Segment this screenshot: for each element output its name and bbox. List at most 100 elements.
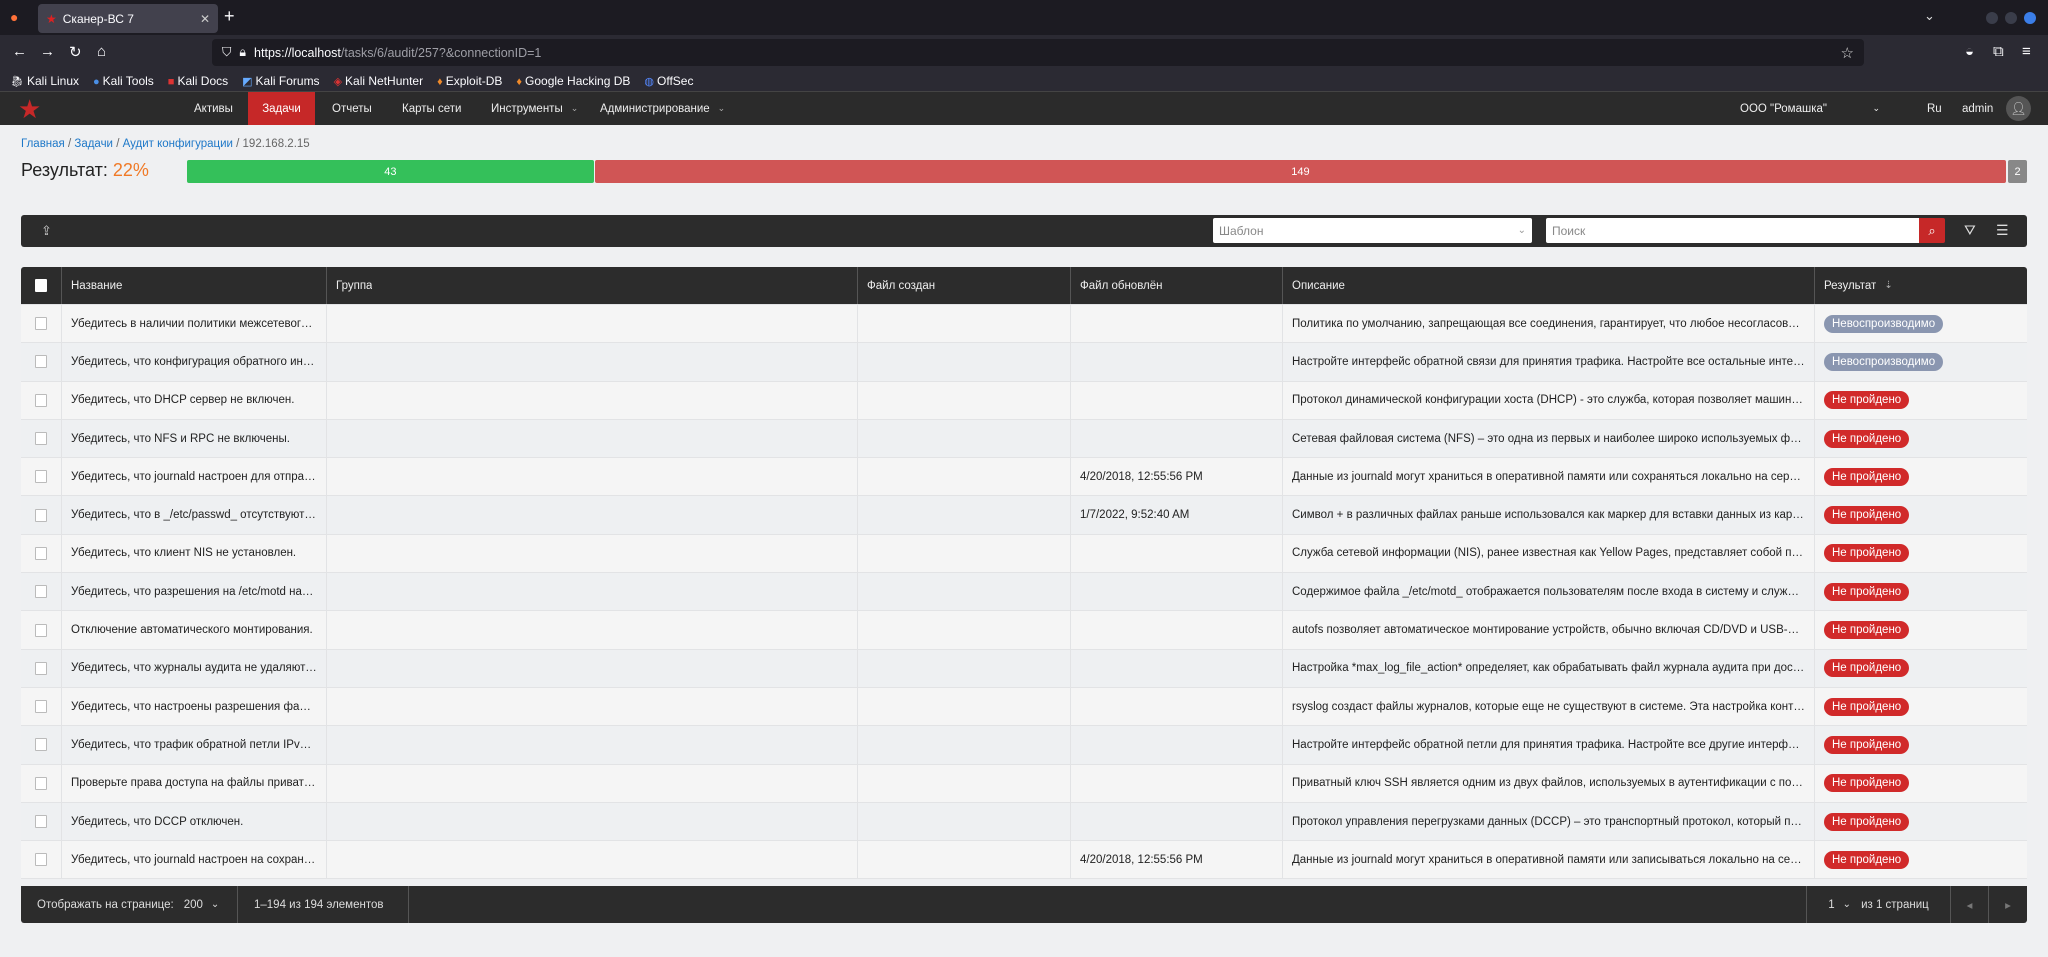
status-badge[interactable]: Не пройдено: [1824, 621, 1910, 640]
row-checkbox[interactable]: [21, 802, 62, 841]
header-updated[interactable]: Файл обновлён: [1071, 267, 1283, 304]
search-input[interactable]: Поиск: [1546, 218, 1919, 243]
bookmark-kali-tools[interactable]: ● Kali Tools: [93, 74, 154, 88]
shield-icon[interactable]: ⛉: [222, 45, 231, 60]
app-logo-star-icon[interactable]: ★: [18, 96, 41, 122]
table-row[interactable]: Убедитесь, что конфигурация обратного ин…: [21, 343, 2027, 382]
table-row[interactable]: Убедитесь, что DHCP сервер не включен. Пр…: [21, 381, 2027, 420]
table-row[interactable]: Проверьте права доступа на файлы приватн…: [21, 764, 2027, 803]
lock-icon[interactable]: 🔒︎: [239, 45, 246, 60]
bookmark-exploit-db[interactable]: ♦ Exploit-DB: [437, 74, 502, 88]
url-bar[interactable]: ⛉ 🔒︎ https://localhost/tasks/6/audit/257…: [212, 39, 1864, 66]
row-checkbox[interactable]: [21, 381, 62, 419]
bookmark-kali-docs[interactable]: ■ Kali Docs: [168, 74, 228, 88]
template-select[interactable]: Шаблон ⌄: [1213, 218, 1532, 243]
minimize-icon[interactable]: [1986, 12, 1998, 24]
user-menu[interactable]: admin: [1962, 92, 1993, 125]
status-badge[interactable]: Не пройдено: [1824, 697, 1910, 716]
row-checkbox[interactable]: [21, 534, 62, 573]
status-badge[interactable]: Не пройдено: [1824, 506, 1910, 525]
header-description[interactable]: Описание: [1283, 267, 1815, 304]
table-row[interactable]: Убедитесь, что DCCP отключен. Протокол уп…: [21, 802, 2027, 842]
row-checkbox[interactable]: [21, 841, 62, 879]
status-badge[interactable]: Невоспроизводимо: [1824, 352, 1944, 371]
filter-icon[interactable]: ⛛: [1964, 222, 1976, 239]
avatar[interactable]: 👤︎: [2006, 96, 2031, 121]
nav-tools[interactable]: Инструменты ⌄: [477, 92, 592, 125]
bookmark-kali-linux[interactable]: 🐉︎ Kali Linux: [10, 74, 79, 88]
breadcrumb-config-audit[interactable]: Аудит конфигурации: [123, 138, 233, 150]
close-window-icon[interactable]: [2024, 12, 2036, 24]
nav-tasks[interactable]: Задачи: [248, 92, 315, 125]
bookmark-kali-forums[interactable]: ◩ Kali Forums: [242, 74, 319, 88]
firefox-icon[interactable]: ●: [10, 9, 18, 25]
status-badge[interactable]: Не пройдено: [1824, 774, 1910, 793]
nav-assets[interactable]: Активы: [180, 92, 247, 125]
nav-reports[interactable]: Отчеты: [318, 92, 386, 125]
reload-icon[interactable]: ↻: [69, 43, 82, 61]
extensions-icon[interactable]: ⧉: [1993, 43, 2004, 60]
status-badge[interactable]: Не пройдено: [1824, 812, 1910, 831]
next-page-button[interactable]: ▸: [1988, 886, 2027, 923]
forward-icon[interactable]: →: [40, 43, 55, 60]
header-created[interactable]: Файл создан: [858, 267, 1071, 304]
per-page-select[interactable]: Отображать на странице: 200 ⌄: [21, 886, 238, 923]
row-checkbox[interactable]: [21, 343, 62, 381]
export-icon[interactable]: ⇪: [41, 223, 52, 239]
breadcrumb-home[interactable]: Главная: [21, 138, 65, 150]
row-checkbox[interactable]: [21, 764, 62, 802]
close-tab-icon[interactable]: ✕: [200, 12, 210, 26]
pocket-icon[interactable]: ◒: [1965, 43, 1974, 60]
row-checkbox[interactable]: [21, 305, 62, 343]
status-badge[interactable]: Не пройдено: [1824, 544, 1910, 563]
status-badge[interactable]: Не пройдено: [1824, 735, 1910, 754]
page-select[interactable]: 1 ⌄ из 1 страниц: [1806, 886, 1950, 923]
bookmark-kali-nethunter[interactable]: ◈ Kali NetHunter: [334, 74, 424, 88]
row-checkbox[interactable]: [21, 649, 62, 687]
table-row[interactable]: Отключение автоматического монтирования.…: [21, 611, 2027, 650]
status-badge[interactable]: Не пройдено: [1824, 467, 1910, 486]
header-result[interactable]: Результат ⇣: [1815, 267, 2027, 304]
search-button[interactable]: ⌕: [1919, 218, 1945, 243]
column-settings-icon[interactable]: ☰: [1996, 222, 2009, 239]
back-icon[interactable]: ←: [12, 43, 27, 60]
row-checkbox[interactable]: [21, 611, 62, 649]
nav-administration[interactable]: Администрирование ⌄: [586, 92, 739, 125]
other-bar[interactable]: 2: [2008, 160, 2027, 183]
row-checkbox[interactable]: [21, 687, 62, 726]
header-name[interactable]: Название: [62, 267, 327, 304]
status-badge[interactable]: Невоспроизводимо: [1824, 314, 1944, 333]
home-icon[interactable]: ⌂: [97, 43, 106, 60]
table-row[interactable]: Убедитесь, что клиент NIS не установлен.…: [21, 534, 2027, 574]
row-checkbox[interactable]: [21, 458, 62, 496]
status-badge[interactable]: Не пройдено: [1824, 582, 1910, 601]
status-badge[interactable]: Не пройдено: [1824, 429, 1910, 448]
failed-bar[interactable]: 149: [594, 160, 2007, 183]
prev-page-button[interactable]: ◂: [1950, 886, 1988, 923]
bookmark-offsec[interactable]: ◍ OffSec: [644, 74, 693, 88]
status-badge[interactable]: Не пройдено: [1824, 659, 1910, 678]
browser-tab[interactable]: ★ Сканер-ВС 7 ✕: [38, 4, 218, 33]
bookmark-google-hacking-db[interactable]: ♦ Google Hacking DB: [516, 74, 630, 88]
status-badge[interactable]: Не пройдено: [1824, 391, 1910, 410]
breadcrumb-tasks[interactable]: Задачи: [74, 138, 113, 150]
table-row[interactable]: Убедитесь, что журналы аудита не удаляют…: [21, 649, 2027, 688]
menu-icon[interactable]: ≡: [2022, 43, 2031, 60]
table-row[interactable]: Убедитесь, что в _/etc/passwd_ отсутству…: [21, 496, 2027, 535]
row-checkbox[interactable]: [21, 726, 62, 764]
table-row[interactable]: Убедитесь, что трафик обратной петли IPv…: [21, 726, 2027, 765]
nav-network-maps[interactable]: Карты сети: [388, 92, 475, 125]
table-row[interactable]: Убедитесь в наличии политики межсетевого…: [21, 305, 2027, 344]
sort-icon[interactable]: ⇣: [1884, 280, 1892, 291]
table-row[interactable]: Убедитесь, что NFS и RPC не включены. Сет…: [21, 419, 2027, 459]
bookmark-star-icon[interactable]: ☆: [1841, 44, 1854, 62]
passed-bar[interactable]: 43: [187, 160, 594, 183]
table-row[interactable]: Убедитесь, что разрешения на /etc/motd н…: [21, 573, 2027, 612]
language-select[interactable]: Ru: [1927, 92, 1942, 125]
select-all-checkbox[interactable]: [21, 267, 62, 304]
list-tabs-chevron-icon[interactable]: ⌄: [1924, 8, 1935, 24]
new-tab-icon[interactable]: +: [224, 6, 235, 27]
row-checkbox[interactable]: [21, 573, 62, 611]
table-row[interactable]: Убедитесь, что настроены разрешения файл…: [21, 687, 2027, 727]
row-checkbox[interactable]: [21, 419, 62, 458]
